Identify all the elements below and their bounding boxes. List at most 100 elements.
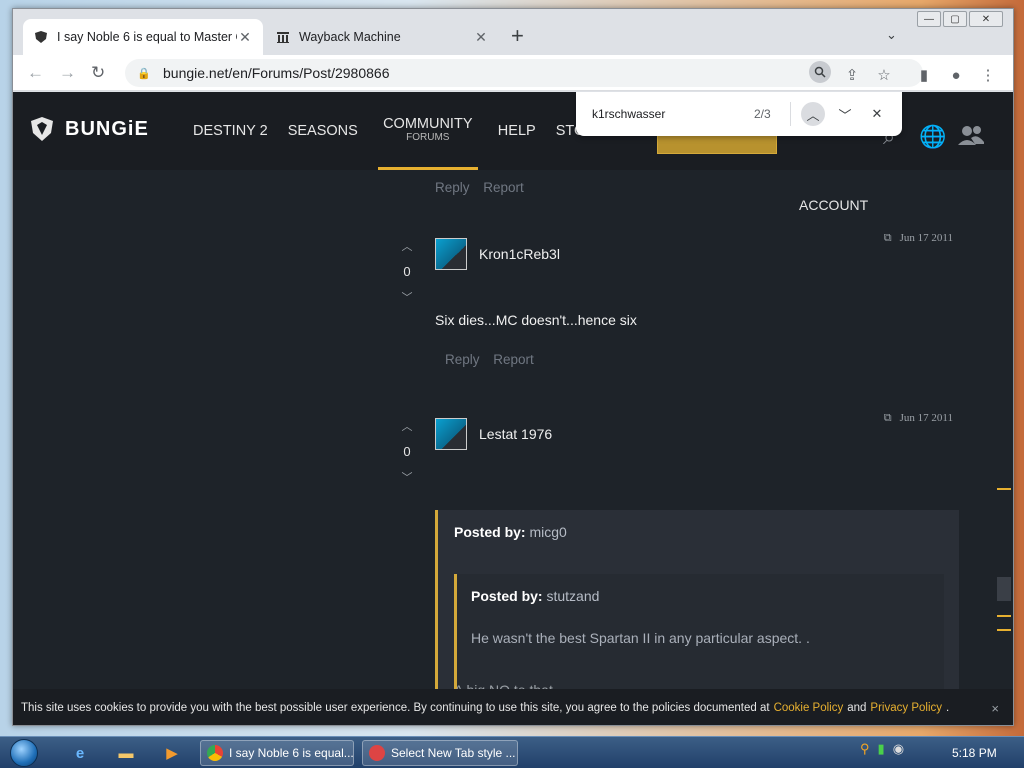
vote-count: 0 — [403, 444, 411, 459]
privacy-policy-link[interactable]: Privacy Policy — [870, 702, 942, 714]
cookie-policy-link[interactable]: Cookie Policy — [774, 702, 844, 714]
upvote-icon[interactable]: ︿ — [393, 238, 421, 254]
cookie-close-icon[interactable]: × — [991, 701, 999, 716]
cookie-banner: This site uses cookies to provide you wi… — [13, 689, 1013, 725]
find-in-page-icon[interactable] — [809, 61, 831, 83]
tab-close-icon[interactable]: ✕ — [237, 29, 253, 45]
upvote-icon[interactable]: ︿ — [393, 418, 421, 434]
reply-link[interactable]: Reply — [435, 180, 470, 195]
nav-community[interactable]: COMMUNITY FORUMS — [377, 92, 478, 170]
nav-community-label: COMMUNITY — [383, 116, 473, 132]
tray-volume-icon[interactable]: ◉ — [893, 741, 904, 757]
globe-icon[interactable]: 🌐 — [919, 124, 946, 150]
tab-close-icon[interactable]: ✕ — [473, 29, 489, 45]
post-date: ⧉ Jun 17 2011 — [883, 232, 953, 244]
downvote-icon[interactable]: ﹀ — [393, 469, 421, 485]
close-window-icon[interactable]: ✕ — [969, 11, 1003, 27]
quote-username[interactable]: micg0 — [529, 524, 566, 540]
bungie-shield-icon — [31, 117, 53, 141]
maximize-icon[interactable]: ▢ — [943, 11, 967, 27]
media-player-icon[interactable]: ▶ — [154, 741, 190, 765]
bungie-favicon-icon — [33, 29, 49, 45]
cookie-text: This site uses cookies to provide you wi… — [21, 702, 770, 714]
avatar[interactable] — [435, 238, 467, 270]
app-icon — [369, 745, 385, 761]
taskbar-button-label: Select New Tab style ... — [391, 746, 516, 760]
window-controls: — ▢ ✕ — [917, 11, 1003, 27]
reload-icon[interactable]: ↻ — [91, 63, 105, 83]
scrollbar-thumb[interactable] — [997, 577, 1011, 601]
post-username[interactable]: Lestat 1976 — [479, 426, 552, 442]
report-link[interactable]: Report — [483, 180, 524, 195]
share-icon[interactable]: ⇪ — [841, 64, 863, 86]
taskbar-chrome-window[interactable]: I say Noble 6 is equal... — [200, 740, 354, 766]
vote-count: 0 — [403, 264, 411, 279]
nested-quote-username[interactable]: stutzand — [546, 588, 599, 604]
tray-network-icon[interactable]: ▮ — [878, 741, 885, 757]
find-close-icon[interactable]: ✕ — [865, 102, 889, 126]
minimize-icon[interactable]: — — [917, 11, 941, 27]
start-button[interactable] — [2, 737, 46, 768]
vote-control: ︿ 0 ﹀ — [393, 418, 421, 485]
internet-explorer-icon[interactable]: e — [62, 741, 98, 765]
account-label[interactable]: ACCOUNT — [799, 197, 868, 213]
tab-search-chevron-icon[interactable]: ⌄ — [886, 27, 897, 43]
bookmark-star-icon[interactable]: ☆ — [873, 64, 895, 86]
nav-destiny-2[interactable]: DESTINY 2 — [193, 123, 268, 139]
downvote-icon[interactable]: ﹀ — [393, 289, 421, 305]
nav-community-sub: FORUMS — [406, 132, 450, 143]
lock-icon: 🔒 — [137, 67, 151, 80]
bungie-logo[interactable]: BUNGiE — [29, 116, 149, 142]
clock[interactable]: 5:18 PM — [952, 746, 997, 760]
tray-search-icon[interactable]: ⚲ — [860, 741, 870, 757]
vote-control: ︿ 0 ﹀ — [393, 238, 421, 305]
cookie-and: and — [847, 702, 867, 714]
permalink-icon[interactable]: ⧉ — [884, 232, 892, 244]
find-previous-icon[interactable]: ︿ — [801, 102, 825, 126]
find-input[interactable]: k1rschwasser — [592, 107, 754, 121]
tab-strip: I say Noble 6 is equal to Master C ✕ Way… — [13, 9, 1013, 55]
cookie-end: . — [946, 702, 950, 714]
reply-link[interactable]: Reply — [445, 352, 480, 367]
forward-icon[interactable]: → — [59, 63, 76, 83]
chrome-icon — [207, 745, 223, 761]
new-tab-icon[interactable]: + — [511, 25, 524, 47]
find-match-marker — [997, 629, 1011, 631]
address-text: bungie.net/en/Forums/Post/2980866 — [163, 65, 390, 81]
find-scroll-markers — [997, 92, 1011, 725]
browser-window: I say Noble 6 is equal to Master C ✕ Way… — [12, 8, 1014, 726]
wayback-favicon-icon — [275, 29, 291, 45]
logo-text: BUNGiE — [65, 117, 149, 140]
find-next-icon[interactable]: ﹀ — [833, 102, 857, 126]
find-bar: k1rschwasser 2/3 ︿ ﹀ ✕ — [576, 92, 902, 136]
user-account-icon[interactable] — [957, 124, 985, 152]
post-username[interactable]: Kron1cReb3l — [479, 246, 560, 262]
folder-icon[interactable]: ▬ — [108, 741, 144, 765]
profile-icon[interactable]: ● — [945, 64, 967, 86]
avatar[interactable] — [435, 418, 467, 450]
address-bar[interactable]: 🔒 bungie.net/en/Forums/Post/2980866 — [125, 59, 923, 87]
main-nav: DESTINY 2 SEASONS COMMUNITY FORUMS HELP … — [193, 92, 625, 170]
browser-toolbar: ← → ↻ 🔒 bungie.net/en/Forums/Post/298086… — [13, 55, 1013, 91]
quote-author: Posted by: micg0 — [454, 524, 567, 540]
taskbar-other-window[interactable]: Select New Tab style ... — [362, 740, 518, 766]
permalink-icon[interactable]: ⧉ — [884, 412, 892, 424]
web-page: BUNGiE DESTINY 2 SEASONS COMMUNITY FORUM… — [13, 92, 1013, 725]
report-link[interactable]: Report — [493, 352, 534, 367]
tab-wayback-machine[interactable]: Wayback Machine ✕ — [265, 19, 499, 55]
side-panel-icon[interactable]: ▮ — [913, 64, 935, 86]
back-icon[interactable]: ← — [27, 63, 44, 83]
system-tray: ⚲ ▮ ◉ — [860, 741, 904, 757]
post-actions: Reply Report — [445, 352, 544, 367]
nested-quote-author: Posted by: stutzand — [471, 588, 600, 604]
menu-kebab-icon[interactable]: ⋮ — [977, 64, 999, 86]
find-match-marker — [997, 488, 1011, 490]
tab-title: Wayback Machine — [299, 30, 401, 44]
find-match-count: 2/3 — [754, 107, 771, 121]
nav-help[interactable]: HELP — [498, 123, 536, 139]
previous-post-actions: Reply Report — [435, 180, 534, 195]
nested-quote-block: Posted by: stutzand He wasn't the best S… — [454, 574, 944, 694]
post-date: ⧉ Jun 17 2011 — [883, 412, 953, 424]
tab-forum-post[interactable]: I say Noble 6 is equal to Master C ✕ — [23, 19, 263, 55]
nav-seasons[interactable]: SEASONS — [288, 123, 358, 139]
